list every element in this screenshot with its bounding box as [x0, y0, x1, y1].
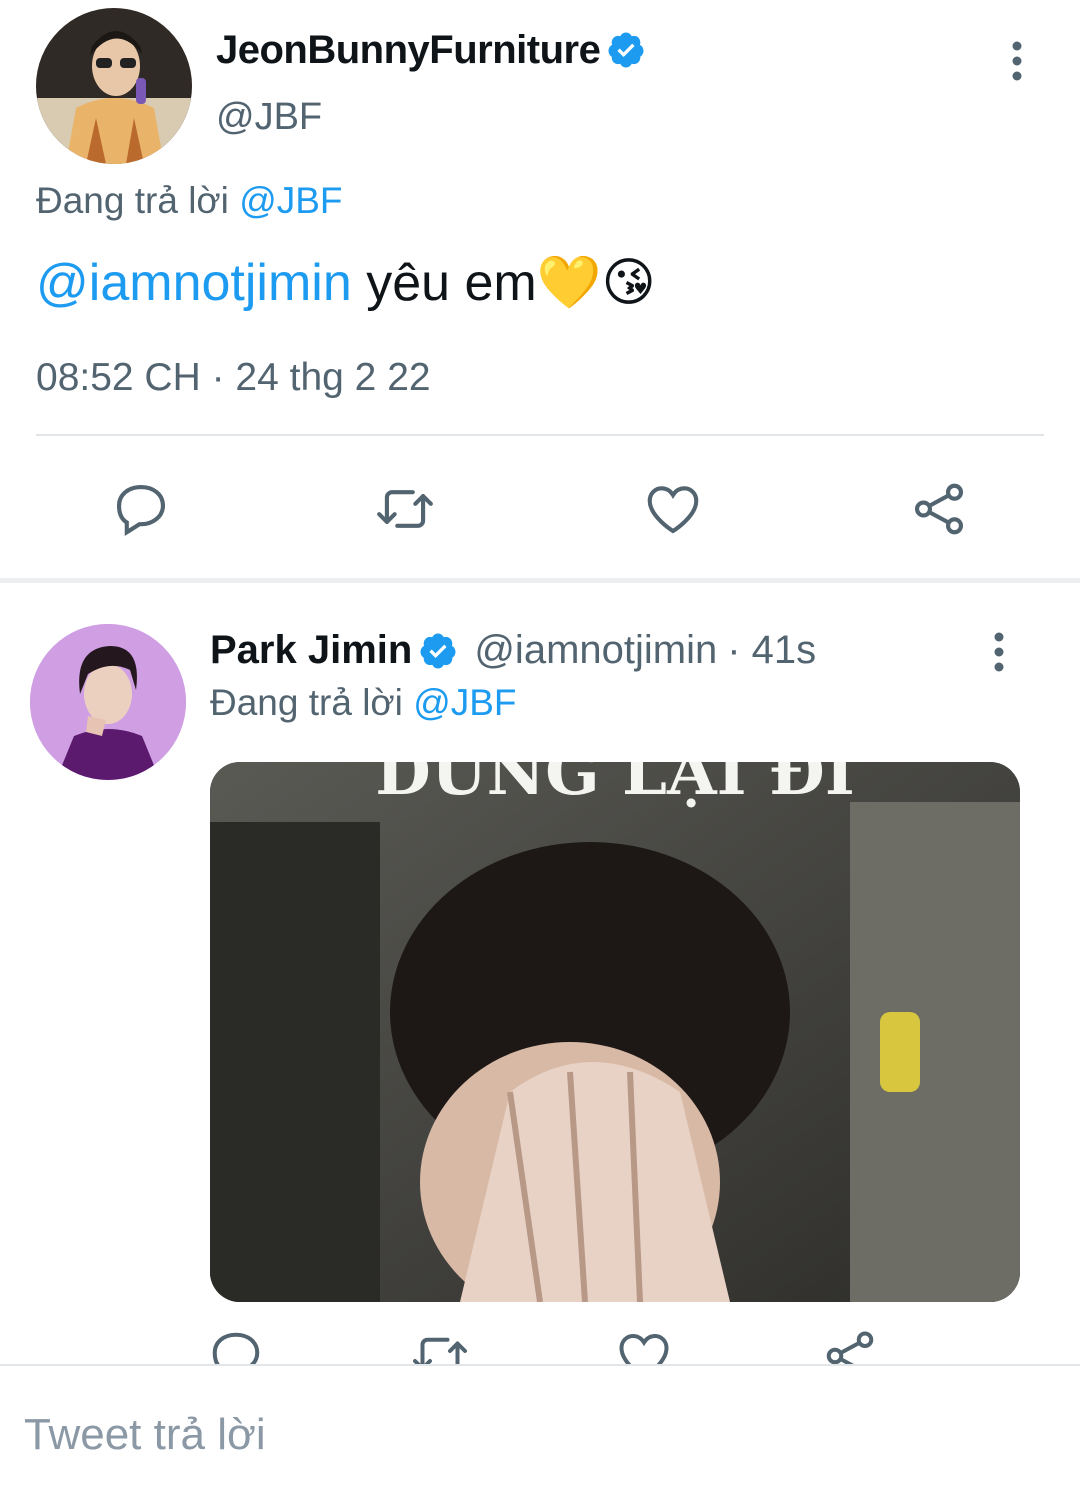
verified-badge-icon [608, 32, 644, 68]
emoji-text: 💛😘 [536, 254, 656, 312]
more-options-icon[interactable] [982, 632, 1016, 672]
tweet-text: @iamnotjimin yêu em💛😘 [36, 252, 656, 313]
reply-icon[interactable] [110, 478, 172, 540]
tweet-body: yêu em [366, 254, 537, 312]
handle[interactable]: @JBF [216, 96, 322, 139]
replying-to-line: Đang trả lời @JBF [36, 180, 343, 222]
handle[interactable]: @iamnotjimin [474, 628, 717, 673]
share-icon[interactable] [908, 478, 970, 540]
display-name[interactable]: JeonBunnyFurniture [216, 28, 601, 73]
replying-prefix: Đang trả lời [210, 682, 403, 723]
retweet-icon[interactable] [374, 478, 436, 540]
tweet2-header: Park Jimin @iamnotjimin · 41s [210, 628, 816, 673]
replying-to-line: Đang trả lời @JBF [210, 682, 517, 724]
time-ago: · 41s [727, 628, 817, 672]
divider [36, 434, 1044, 436]
display-name[interactable]: Park Jimin [210, 628, 412, 673]
media-caption: DỪNG LẠI ĐI [375, 762, 855, 810]
tweet-timestamp[interactable]: 08:52 CH · 24 thg 2 22 [36, 356, 431, 400]
reply-input[interactable]: Tweet trả lời [24, 1410, 266, 1460]
avatar-jeonbunnyfurniture[interactable] [36, 8, 192, 164]
more-options-icon[interactable] [1000, 40, 1034, 82]
avatar-park-jimin[interactable] [30, 624, 186, 780]
replying-to-link[interactable]: @JBF [239, 180, 342, 221]
section-separator [0, 578, 1080, 583]
tweet-media-image[interactable]: DỪNG LẠI ĐI [210, 762, 1020, 1302]
replying-prefix: Đang trả lời [36, 180, 229, 221]
replying-to-link[interactable]: @JBF [413, 682, 516, 723]
mention-link[interactable]: @iamnotjimin [36, 254, 352, 312]
verified-badge-icon [420, 633, 456, 668]
like-icon[interactable] [642, 478, 704, 540]
